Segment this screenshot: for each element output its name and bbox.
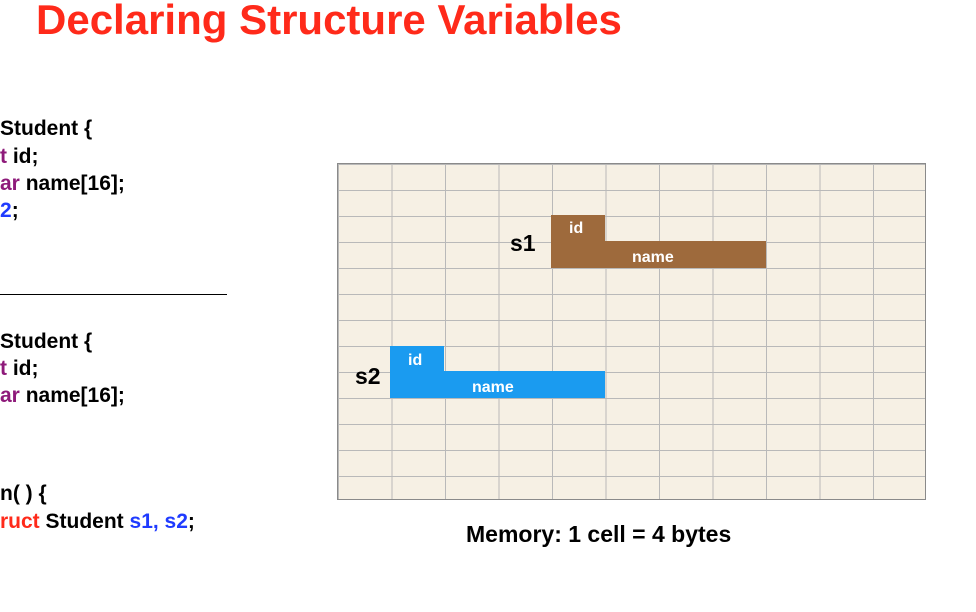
code-text: n( ) { bbox=[0, 482, 47, 505]
s1-name-label: name bbox=[632, 249, 674, 266]
keyword-struct: ruct bbox=[0, 510, 40, 533]
keyword-int: t bbox=[0, 357, 7, 380]
code-text: name[16]; bbox=[19, 384, 125, 407]
keyword-char: ar bbox=[0, 384, 20, 407]
code-line: Student { bbox=[0, 117, 92, 141]
memory-caption: Memory: 1 cell = 4 bytes bbox=[466, 521, 732, 547]
s2-id-field: id bbox=[390, 346, 444, 373]
keyword-char: ar bbox=[0, 172, 20, 195]
code-text: name[16]; bbox=[19, 172, 125, 195]
keyword-int: t bbox=[0, 145, 7, 168]
memory-grid bbox=[337, 163, 926, 500]
code-line: n( ) { bbox=[0, 482, 47, 506]
code-text: ; bbox=[11, 199, 19, 222]
code-text: id; bbox=[7, 357, 39, 380]
variables-s1-s2: s1, s2 bbox=[129, 510, 188, 533]
code-line: ar name[16]; bbox=[0, 384, 125, 408]
divider bbox=[0, 294, 227, 295]
variable-s2: 2 bbox=[0, 199, 12, 222]
code-text: ; bbox=[187, 510, 195, 533]
s1-name-field: name bbox=[551, 241, 766, 268]
code-line: ruct Student s1, s2; bbox=[0, 510, 195, 534]
code-line: Student { bbox=[0, 330, 92, 354]
code-line: ar name[16]; bbox=[0, 172, 125, 196]
code-line: t id; bbox=[0, 357, 39, 381]
slide-title: Declaring Structure Variables bbox=[36, 0, 622, 43]
s1-label: s1 bbox=[510, 230, 536, 256]
code-line: 2; bbox=[0, 199, 19, 223]
s1-id-label: id bbox=[569, 220, 584, 237]
s1-id-field: id bbox=[551, 215, 605, 243]
code-line: t id; bbox=[0, 145, 39, 169]
code-text: id; bbox=[7, 145, 39, 168]
s2-name-label: name bbox=[472, 379, 514, 396]
code-text: Student { bbox=[0, 330, 93, 353]
s2-id-label: id bbox=[408, 352, 423, 369]
s2-label: s2 bbox=[355, 363, 381, 389]
code-text: Student { bbox=[0, 117, 93, 140]
code-text: Student bbox=[39, 510, 130, 533]
s2-name-field: name bbox=[390, 371, 605, 398]
